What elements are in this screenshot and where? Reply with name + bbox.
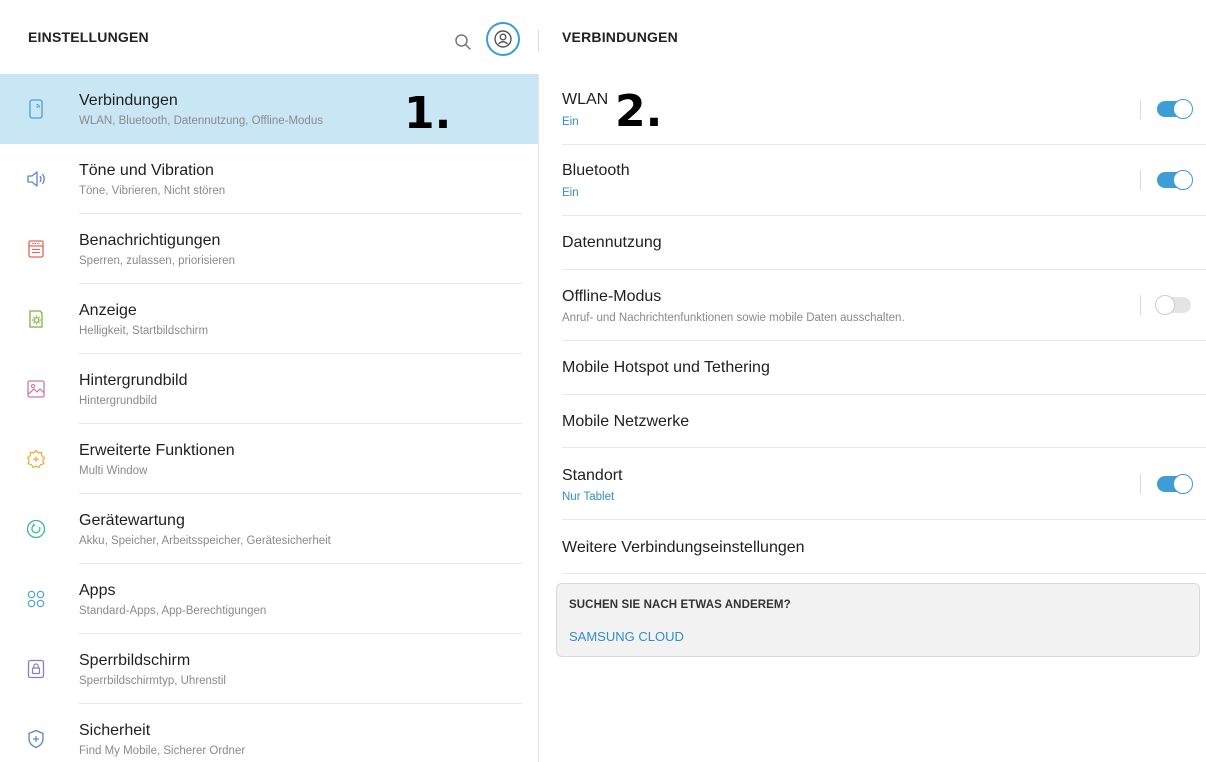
bluetooth-toggle[interactable] xyxy=(1157,170,1193,190)
settings-item-title: Anzeige xyxy=(79,302,137,319)
settings-item-apps[interactable]: Apps Standard-Apps, App-Berechtigungen xyxy=(0,564,538,634)
offline-mode-toggle[interactable] xyxy=(1155,295,1191,315)
settings-item-title: Erweiterte Funktionen xyxy=(79,442,235,459)
connection-item-title: Standort xyxy=(562,467,623,484)
settings-item-advanced-features[interactable]: Erweiterte Funktionen Multi Window xyxy=(0,424,538,494)
settings-item-title: Verbindungen xyxy=(79,92,178,109)
settings-item-title: Apps xyxy=(79,582,116,599)
settings-item-sounds[interactable]: Töne und Vibration Töne, Vibrieren, Nich… xyxy=(0,144,538,214)
header-actions xyxy=(452,22,520,56)
settings-pane: EINSTELLUNGEN Verbindungen WLAN, Bluetoo… xyxy=(0,0,538,762)
settings-item-lockscreen[interactable]: Sperrbildschirm Sperrbildschirmtyp, Uhre… xyxy=(0,634,538,704)
display-icon xyxy=(29,310,43,328)
shield-icon xyxy=(28,729,44,749)
settings-item-subtitle: Sperren, zulassen, priorisieren xyxy=(79,255,235,267)
suggestion-title: SUCHEN SIE NACH ETWAS ANDEREM? xyxy=(569,599,791,611)
search-button[interactable] xyxy=(452,31,474,53)
settings-item-subtitle: Hintergrundbild xyxy=(79,395,157,407)
connection-item-status: Ein xyxy=(562,187,579,199)
connections-list: WLAN Ein Bluetooth Ein Datennutzung Offl… xyxy=(539,74,1206,574)
connection-item-title: Mobile Netzwerke xyxy=(562,413,690,430)
settings-list: Verbindungen WLAN, Bluetooth, Datennutzu… xyxy=(0,74,538,762)
connection-item-bluetooth[interactable]: Bluetooth Ein xyxy=(539,145,1206,216)
suggestion-card: SUCHEN SIE NACH ETWAS ANDEREM? SAMSUNG C… xyxy=(556,583,1200,657)
settings-item-wallpaper[interactable]: Hintergrundbild Hintergrundbild xyxy=(0,354,538,424)
settings-item-title: Sicherheit xyxy=(79,722,151,739)
annotation-step-2: 2. xyxy=(615,86,663,137)
settings-item-notifications[interactable]: Benachrichtigungen Sperren, zulassen, pr… xyxy=(0,214,538,284)
connections-title: VERBINDUNGEN xyxy=(562,29,678,45)
account-button[interactable] xyxy=(486,22,520,56)
settings-item-connections[interactable]: Verbindungen WLAN, Bluetooth, Datennutzu… xyxy=(0,74,538,144)
connections-pane: VERBINDUNGEN WLAN Ein Bluetooth Ein Date… xyxy=(539,0,1206,762)
settings-title: EINSTELLUNGEN xyxy=(28,29,149,45)
apps-icon xyxy=(27,590,45,608)
connection-item-hotspot[interactable]: Mobile Hotspot und Tethering xyxy=(539,341,1206,395)
advanced-features-icon xyxy=(26,449,46,469)
connection-item-title: Offline-Modus xyxy=(562,288,662,305)
speaker-icon xyxy=(27,171,45,187)
account-icon xyxy=(494,30,512,48)
settings-item-title: Sperrbildschirm xyxy=(79,652,191,669)
connection-item-mobile-networks[interactable]: Mobile Netzwerke xyxy=(539,395,1206,448)
location-toggle[interactable] xyxy=(1157,474,1193,494)
connection-item-data-usage[interactable]: Datennutzung xyxy=(539,216,1206,270)
settings-item-subtitle: Helligkeit, Startbildschirm xyxy=(79,325,209,337)
annotation-step-1: 1. xyxy=(404,88,452,139)
settings-item-title: Benachrichtigungen xyxy=(79,232,221,249)
settings-item-subtitle: Multi Window xyxy=(79,465,148,477)
device-care-icon xyxy=(26,519,46,539)
connection-item-subtitle: Anruf- und Nachrichtenfunktionen sowie m… xyxy=(562,312,905,324)
connection-item-title: Mobile Hotspot und Tethering xyxy=(562,359,770,376)
samsung-cloud-link[interactable]: SAMSUNG CLOUD xyxy=(569,629,684,644)
lock-icon xyxy=(27,659,45,679)
connections-icon xyxy=(29,99,43,119)
notifications-icon xyxy=(28,240,44,258)
connections-header: VERBINDUNGEN xyxy=(539,0,1206,74)
settings-item-title: Töne und Vibration xyxy=(79,162,214,179)
connection-item-offline-mode[interactable]: Offline-Modus Anruf- und Nachrichtenfunk… xyxy=(539,270,1206,341)
connection-item-status: Nur Tablet xyxy=(562,491,615,503)
settings-header: EINSTELLUNGEN xyxy=(0,0,538,74)
settings-item-subtitle: WLAN, Bluetooth, Datennutzung, Offline-M… xyxy=(79,115,323,127)
wallpaper-icon xyxy=(27,380,45,398)
connection-item-title: Datennutzung xyxy=(562,234,662,251)
settings-item-device-care[interactable]: Gerätewartung Akku, Speicher, Arbeitsspe… xyxy=(0,494,538,564)
connection-item-location[interactable]: Standort Nur Tablet xyxy=(539,448,1206,520)
settings-item-subtitle: Standard-Apps, App-Berechtigungen xyxy=(79,605,267,617)
connection-item-status: Ein xyxy=(562,116,579,128)
settings-item-display[interactable]: Anzeige Helligkeit, Startbildschirm xyxy=(0,284,538,354)
connection-item-title: Bluetooth xyxy=(562,162,630,179)
settings-item-security[interactable]: Sicherheit Find My Mobile, Sicherer Ordn… xyxy=(0,704,538,762)
connection-item-more-settings[interactable]: Weitere Verbindungseinstellungen xyxy=(539,520,1206,574)
connection-item-title: WLAN xyxy=(562,91,609,108)
settings-item-title: Hintergrundbild xyxy=(79,372,188,389)
settings-item-subtitle: Töne, Vibrieren, Nicht stören xyxy=(79,185,226,197)
connection-item-title: Weitere Verbindungseinstellungen xyxy=(562,539,805,556)
settings-item-subtitle: Akku, Speicher, Arbeitsspeicher, Gerätes… xyxy=(79,535,331,547)
settings-item-subtitle: Find My Mobile, Sicherer Ordner xyxy=(79,745,246,757)
search-icon xyxy=(455,34,471,50)
settings-item-title: Gerätewartung xyxy=(79,512,185,529)
wlan-toggle[interactable] xyxy=(1157,99,1193,119)
settings-item-subtitle: Sperrbildschirmtyp, Uhrenstil xyxy=(79,675,226,687)
